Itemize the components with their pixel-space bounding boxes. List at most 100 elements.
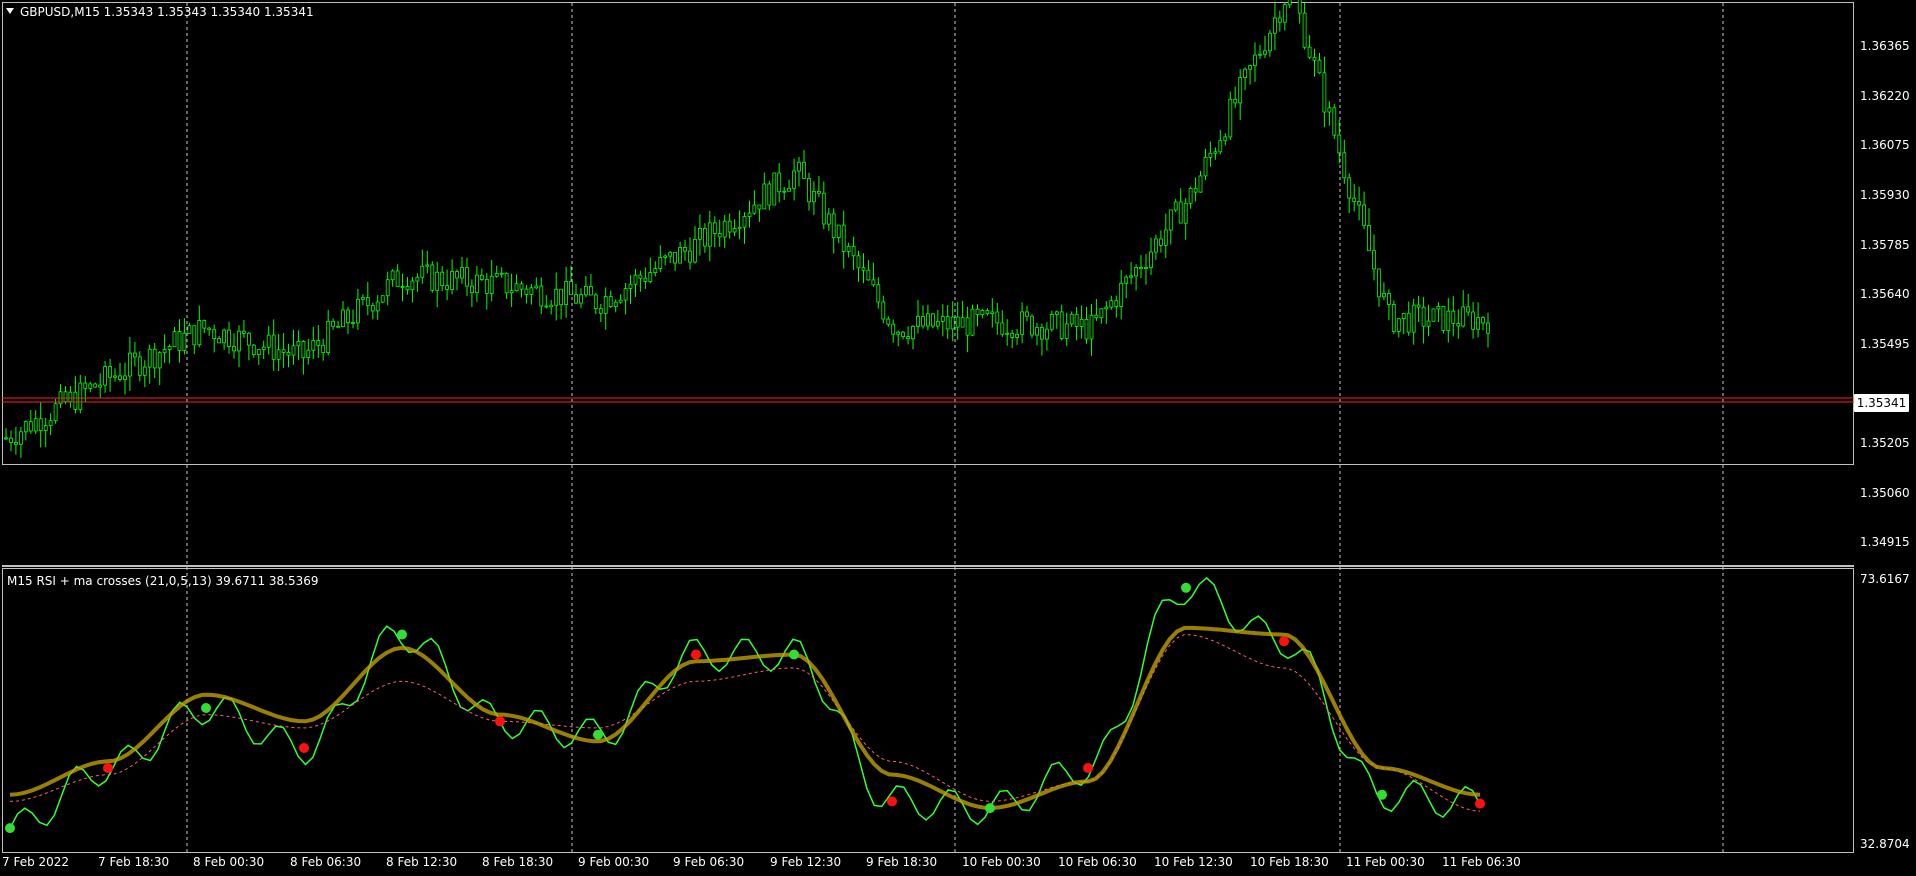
candle-body <box>1149 251 1153 268</box>
symbol-header: GBPUSD,M15 1.35343 1.35343 1.35340 1.353… <box>20 5 314 19</box>
candle-body <box>742 216 747 228</box>
candle-body <box>1208 152 1213 158</box>
candle-body <box>1352 197 1357 202</box>
candle-body <box>841 224 846 252</box>
candle-body <box>187 325 192 334</box>
candle-body <box>261 346 266 351</box>
candle-body <box>802 161 806 179</box>
candle-body <box>777 172 782 193</box>
candle-body <box>1193 187 1198 193</box>
candle-body <box>935 320 940 327</box>
price-tick-label: 1.35205 <box>1860 436 1910 450</box>
candle-body <box>608 296 613 307</box>
candle-body <box>653 268 658 274</box>
candle-body <box>469 285 474 294</box>
candle-body <box>271 334 276 360</box>
candle-body <box>68 391 73 403</box>
candle-body <box>118 375 122 380</box>
candle-body <box>1268 32 1272 52</box>
candle-body <box>643 277 648 282</box>
candle-body <box>1287 0 1292 6</box>
candle-body <box>1089 314 1094 340</box>
candle-body <box>38 418 43 432</box>
candle-body <box>281 349 286 353</box>
candle-body <box>256 349 261 356</box>
candle-body <box>484 278 489 294</box>
candle-body <box>246 332 251 346</box>
candle-body <box>1124 276 1129 284</box>
time-tick-label: 7 Feb 2022 <box>2 855 70 869</box>
candle-body <box>420 265 425 278</box>
candle-body <box>1342 152 1347 179</box>
candle-body <box>757 204 762 210</box>
cross-up-marker <box>201 703 211 713</box>
candle-body <box>147 348 152 368</box>
candle-body <box>970 308 975 336</box>
candle-body <box>1129 275 1133 278</box>
candle-body <box>876 284 881 303</box>
chart-canvas[interactable] <box>0 0 1916 876</box>
candle-body <box>499 272 504 275</box>
time-tick-label: 10 Feb 12:30 <box>1154 855 1233 869</box>
price-candles <box>4 0 1490 458</box>
candle-body <box>901 331 905 338</box>
candle-body <box>28 421 33 432</box>
candle-body <box>1367 224 1371 252</box>
candle-body <box>945 316 950 330</box>
candle-body <box>1243 68 1247 78</box>
price-tick-label: 1.36220 <box>1860 89 1910 103</box>
price-tick-label: 1.35640 <box>1860 287 1910 301</box>
candle-body <box>1327 107 1332 113</box>
candle-body <box>1030 315 1034 336</box>
candle-body <box>1396 318 1401 332</box>
candle-body <box>1461 306 1466 327</box>
candle-body <box>1010 332 1015 338</box>
candle-body <box>569 281 573 296</box>
candle-body <box>589 285 593 296</box>
candle-body <box>648 272 653 282</box>
candle-body <box>1084 318 1089 340</box>
collapse-triangle-icon[interactable] <box>6 8 14 14</box>
candle-body <box>1094 314 1099 319</box>
candle-body <box>633 274 638 285</box>
indicator-series-0 <box>9 576 1481 829</box>
candle-body <box>703 227 707 247</box>
candle-body <box>375 301 380 312</box>
candle-body <box>1114 300 1119 307</box>
candle-body <box>286 351 291 356</box>
candle-body <box>465 267 469 287</box>
candle-body <box>1173 201 1178 211</box>
candle-body <box>965 317 970 336</box>
cross-up-marker <box>789 649 799 660</box>
candle-body <box>1025 311 1029 317</box>
candle-body <box>564 281 568 306</box>
candle-body <box>360 297 365 300</box>
candle-body <box>222 329 227 344</box>
candle-body <box>157 352 162 369</box>
candle-body <box>1307 46 1312 58</box>
candle-body <box>509 290 514 294</box>
candle-body <box>846 245 851 252</box>
candle-body <box>460 267 464 279</box>
candle-body <box>1441 305 1446 331</box>
candle-body <box>1134 266 1138 277</box>
candle-body <box>1035 326 1039 336</box>
indicator-min-label: 32.8704 <box>1860 837 1910 851</box>
candle-body <box>276 349 281 360</box>
candle-body <box>950 316 955 330</box>
candle-body <box>1000 322 1005 335</box>
chart-window[interactable]: GBPUSD,M15 1.35343 1.35343 1.35340 1.353… <box>0 0 1916 876</box>
candle-body <box>227 329 231 347</box>
candle-body <box>881 301 886 320</box>
candle-body <box>370 304 375 312</box>
candle-body <box>891 323 896 335</box>
rsi-lines <box>9 576 1481 829</box>
candle-body <box>916 316 920 327</box>
candle-body <box>975 308 980 316</box>
candle-body <box>455 271 459 279</box>
candle-body <box>479 274 484 280</box>
candle-body <box>727 220 732 233</box>
candle-body <box>78 382 83 410</box>
candle-body <box>544 305 549 308</box>
candle-body <box>341 309 345 328</box>
